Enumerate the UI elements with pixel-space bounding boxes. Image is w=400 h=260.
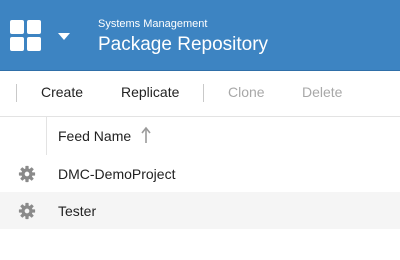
feed-name-cell: DMC-DemoProject — [58, 166, 176, 182]
create-button[interactable]: Create — [41, 84, 83, 100]
column-divider — [46, 117, 47, 155]
app-header: Systems Management Package Repository — [0, 0, 400, 71]
caret-down-icon[interactable] — [58, 33, 70, 40]
clone-button[interactable]: Clone — [228, 84, 265, 100]
column-header-feed-name[interactable]: Feed Name — [58, 128, 131, 144]
table-row[interactable]: DMC-DemoProject — [0, 155, 400, 192]
toolbar-divider — [203, 84, 204, 102]
app-grid-icon[interactable] — [10, 20, 42, 52]
gear-icon[interactable] — [18, 165, 36, 183]
app-subtitle: Systems Management — [98, 18, 208, 30]
feed-name-cell: Tester — [58, 203, 97, 219]
app-grid-tile — [27, 37, 41, 51]
delete-button[interactable]: Delete — [302, 84, 342, 100]
toolbar: Create Replicate Clone Delete — [0, 71, 400, 115]
toolbar-divider — [16, 84, 17, 102]
app-grid-tile — [10, 20, 24, 34]
table-row[interactable]: Tester — [0, 192, 400, 229]
gear-icon[interactable] — [18, 202, 36, 220]
replicate-button[interactable]: Replicate — [121, 84, 179, 100]
page-title: Package Repository — [98, 34, 269, 55]
app-grid-tile — [27, 20, 41, 34]
sort-ascending-arrow-icon[interactable] — [140, 126, 152, 144]
app-grid-tile — [10, 37, 24, 51]
grid-header: Feed Name — [0, 116, 400, 156]
